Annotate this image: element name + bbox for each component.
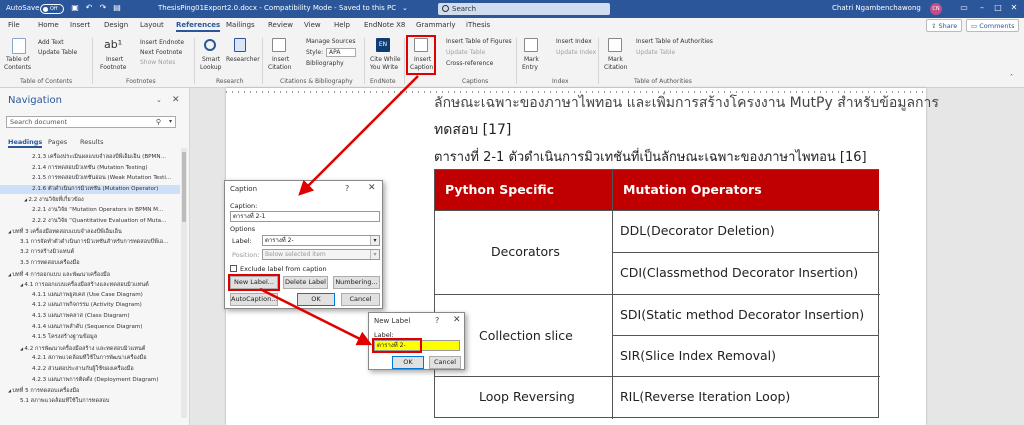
annotation-arrows (259, 75, 419, 346)
arrow-to-caption-dialog (298, 75, 419, 196)
arrow-to-new-label-dialog (259, 287, 373, 346)
